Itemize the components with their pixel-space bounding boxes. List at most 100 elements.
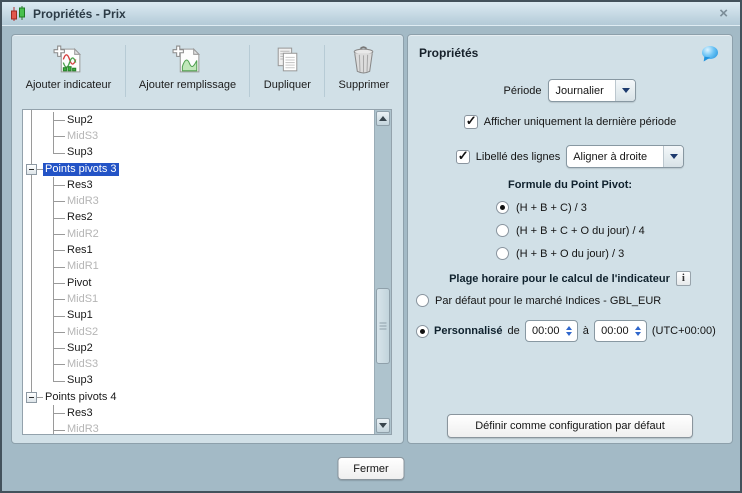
periode-row: Période Journalier (408, 79, 732, 102)
show-last-period-label: Afficher uniquement la dernière période (483, 116, 677, 128)
add-indicator-label: Ajouter indicateur (25, 79, 112, 91)
duplicate-label: Dupliquer (263, 79, 311, 91)
tree-item[interactable]: MidS3 (23, 128, 374, 145)
market-default-label: Par défaut pour le marché Indices - GBL_… (435, 294, 662, 307)
set-default-config-button[interactable]: Définir comme configuration par défaut (447, 414, 693, 438)
tree-scrollbar[interactable] (374, 110, 391, 434)
custom-time-radio[interactable] (416, 324, 429, 338)
tree-item-label: Points pivots 3 (43, 162, 119, 176)
tree-item-label: MidS2 (67, 325, 99, 338)
tree-item[interactable]: Sup3 (23, 372, 374, 389)
tree-item-label: MidR1 (67, 260, 99, 273)
scroll-up-button[interactable] (376, 111, 390, 126)
tree-item-label: MidS3 (67, 358, 99, 371)
dropdown-button[interactable] (615, 80, 636, 101)
time-from-value: 00:00 (531, 325, 560, 337)
time-from-spinner[interactable]: 00:00 (524, 320, 578, 342)
chevron-down-icon (669, 154, 678, 159)
collapse-icon[interactable] (26, 392, 37, 404)
market-default-row: Par défaut pour le marché Indices - GBL_… (416, 294, 732, 307)
tree-item[interactable]: Points pivots 3 (23, 161, 374, 177)
spinner-arrows-icon[interactable] (565, 326, 577, 336)
info-icon[interactable]: i (675, 271, 691, 286)
tree-item[interactable]: Sup2 (23, 340, 374, 357)
line-labels-checkbox[interactable] (455, 148, 470, 164)
formula-option-2-radio[interactable] (496, 224, 509, 237)
spinner-arrows-icon[interactable] (634, 326, 646, 336)
market-default-radio[interactable] (416, 294, 429, 307)
trash-icon (354, 46, 374, 74)
show-last-period-checkbox[interactable] (463, 113, 478, 129)
delete-button[interactable]: Supprimer (333, 39, 396, 93)
arrow-down-icon (379, 423, 387, 428)
tree-item-label: Sup1 (67, 309, 93, 322)
scrollbar-thumb[interactable] (376, 288, 390, 365)
tree-item[interactable]: Res3 (23, 177, 374, 194)
label-align-dropdown[interactable]: Aligner à droite (566, 145, 685, 168)
add-indicator-button[interactable]: Ajouter indicateur (20, 39, 118, 93)
tree-item-label: MidS3 (67, 129, 99, 142)
formula-option-3-radio[interactable] (496, 247, 509, 260)
tree-item-label: Res3 (67, 178, 93, 191)
tree-item[interactable]: MidS3 (23, 356, 374, 374)
duplicate-icon (277, 47, 298, 72)
formula-option-row: (H + B + O du jour) / 3 (496, 247, 732, 260)
tree-item-label: Sup3 (67, 146, 93, 159)
formula-option-3-label: (H + B + O du jour) / 3 (516, 247, 625, 260)
tree-item-label: Sup2 (67, 341, 93, 354)
tree-item[interactable]: MidR3 (23, 421, 374, 435)
close-icon[interactable]: × (715, 6, 732, 21)
tree-item[interactable]: Pivot (23, 274, 374, 292)
duplicate-button[interactable]: Dupliquer (258, 39, 317, 93)
tree-item-label: Res2 (67, 211, 93, 224)
tree-item[interactable]: Res2 (23, 209, 374, 227)
help-bubble-icon[interactable] (702, 46, 718, 59)
tree-item-label: MidR3 (67, 423, 99, 435)
properties-dialog: Propriétés - Prix × Ajouter indicateur A… (0, 0, 742, 493)
collapse-icon[interactable] (26, 163, 37, 175)
tree-item-label: Pivot (67, 276, 92, 289)
properties-panel: Propriétés Période Journalier Afficher u… (407, 34, 733, 444)
delete-label: Supprimer (338, 79, 390, 91)
tree-item[interactable]: MidR2 (23, 226, 374, 243)
tree-item[interactable]: MidS2 (23, 323, 374, 341)
fermer-button[interactable]: Fermer (337, 457, 405, 480)
periode-dropdown[interactable]: Journalier (548, 79, 637, 102)
tree-item[interactable]: MidS1 (23, 291, 374, 308)
time-range-title: Plage horaire pour le calcul de l'indica… (449, 272, 670, 285)
panel-title: Propriétés (419, 46, 479, 60)
add-fill-button[interactable]: Ajouter remplissage (133, 39, 242, 93)
tree-item-label: Sup2 (67, 113, 93, 126)
add-fill-label: Ajouter remplissage (138, 79, 237, 91)
tree-item[interactable]: MidR1 (23, 258, 374, 276)
tree-item[interactable]: Points pivots 4 (23, 389, 374, 405)
tree-item[interactable]: MidR3 (23, 193, 374, 211)
tree-item-label: Res3 (67, 406, 93, 419)
toolbar-separator (124, 45, 126, 97)
window-title: Propriétés - Prix (33, 6, 126, 21)
scroll-down-button[interactable] (376, 418, 390, 433)
line-labels-label: Libellé des lignes (475, 150, 561, 163)
tree-item[interactable]: Sup3 (23, 144, 374, 161)
tree-item[interactable]: Res1 (23, 242, 374, 259)
tree-item[interactable]: Sup2 (23, 112, 374, 129)
tree-item[interactable]: Res3 (23, 405, 374, 422)
show-last-period-row: Afficher uniquement la dernière période (408, 113, 732, 129)
formula-title: Formule du Point Pivot: (507, 179, 633, 191)
to-label: à (582, 325, 589, 337)
formula-option-1-radio[interactable] (496, 201, 509, 214)
dropdown-button[interactable] (663, 146, 684, 167)
time-to-spinner[interactable]: 00:00 (593, 320, 647, 342)
tree-item[interactable]: Sup1 (23, 307, 374, 325)
indicator-tree: Sup2 MidS3 Sup3 Points pivots 3 Res3 MidR3 Res… (22, 109, 392, 435)
tree-items: Sup2 MidS3 Sup3 Points pivots 3 Res3 MidR3 Res… (23, 110, 374, 435)
candlestick-chart-icon (11, 5, 25, 21)
utc-label: (UTC+00:00) (651, 325, 716, 337)
custom-time-label: Personnalisé (434, 325, 503, 337)
formula-option-2-label: (H + B + C + O du jour) / 4 (516, 224, 645, 237)
tree-item-label: Sup3 (67, 374, 93, 387)
periode-value: Journalier (555, 84, 604, 97)
from-label: de (507, 325, 520, 337)
custom-time-row: Personnalisé de 00:00 à 00:00 (UTC+00:00… (416, 320, 732, 342)
tree-item-label: Points pivots 4 (45, 390, 117, 403)
